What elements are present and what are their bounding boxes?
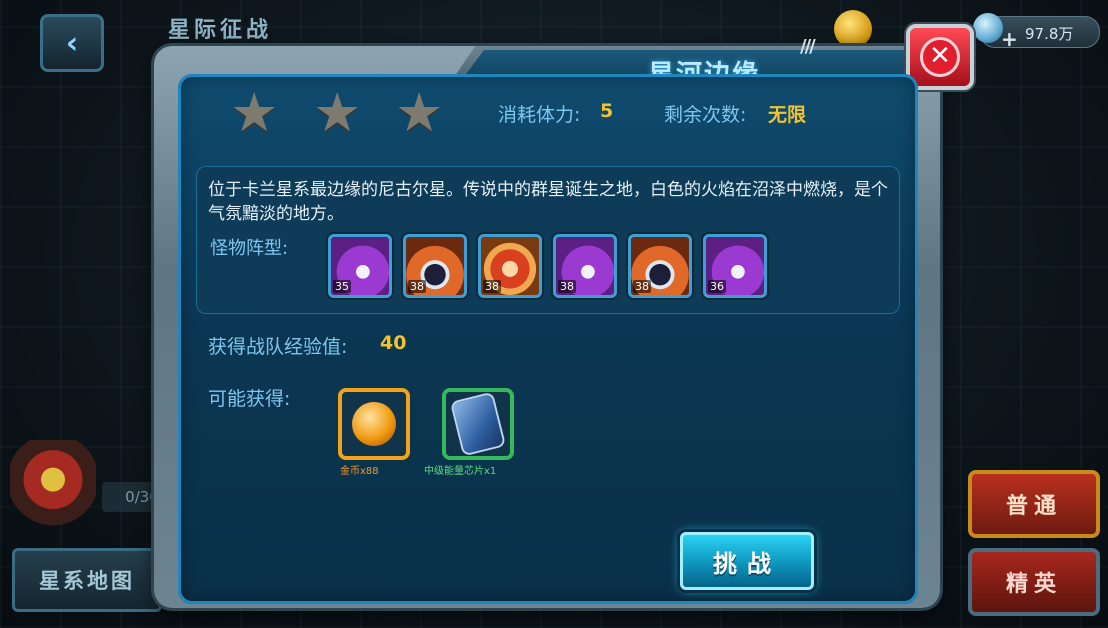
star-icon: ★	[313, 81, 362, 144]
chip-card-icon	[452, 393, 504, 455]
page-title: 星际征战	[168, 18, 273, 43]
monster-lineup-label: 怪物阵型:	[210, 238, 289, 259]
currency-amount: 97.8万	[1025, 25, 1074, 43]
exp-label: 获得战队经验值:	[208, 336, 348, 358]
monster-slot[interactable]: 35	[328, 234, 392, 298]
gem-icon	[973, 13, 1003, 43]
monster-level: 38	[558, 280, 576, 293]
monster-slot[interactable]: 38	[628, 234, 692, 298]
elite-mode-button[interactable]: 精英	[968, 548, 1100, 616]
robot-avatar	[10, 440, 96, 528]
monster-slot[interactable]: 36	[703, 234, 767, 298]
monster-level: 38	[633, 280, 651, 293]
close-icon: ✕	[920, 37, 960, 77]
gold-coin-icon	[834, 10, 872, 48]
close-button[interactable]: ✕	[906, 24, 974, 90]
reward-label: 可能获得:	[208, 388, 291, 410]
remaining-label: 剩余次数:	[664, 104, 747, 126]
stamina-label: 消耗体力:	[498, 104, 581, 126]
reward-item-gold[interactable]	[338, 388, 410, 460]
exp-value: 40	[380, 332, 407, 354]
stage-description: 位于卡兰星系最边缘的尼古尔星。传说中的群星诞生之地，白色的火焰在沼泽中燃烧，是个…	[208, 180, 888, 224]
challenge-button[interactable]: 挑战	[680, 532, 814, 590]
monster-slot[interactable]: 38	[553, 234, 617, 298]
remaining-value: 无限	[768, 104, 807, 126]
monster-slot[interactable]: 38	[403, 234, 467, 298]
back-button[interactable]: ‹	[40, 14, 104, 72]
decor-stripes: ///	[800, 36, 816, 57]
monster-slot[interactable]: 38	[478, 234, 542, 298]
back-arrow-icon: ‹	[65, 25, 79, 61]
monster-level: 38	[483, 280, 501, 293]
monster-level: 35	[333, 280, 351, 293]
monster-level: 38	[408, 280, 426, 293]
star-icon: ★	[230, 81, 279, 144]
star-icon: ★	[395, 81, 444, 144]
currency-display[interactable]: + 97.8万	[973, 13, 1100, 49]
monster-level: 36	[708, 280, 726, 293]
plus-icon[interactable]: +	[1001, 29, 1018, 49]
reward-caption: 金币x88	[340, 466, 379, 477]
stamina-value: 5	[600, 100, 614, 122]
reward-item-chip[interactable]	[442, 388, 514, 460]
gold-orb-icon	[352, 402, 396, 446]
normal-mode-button[interactable]: 普通	[968, 470, 1100, 538]
starmap-button[interactable]: 星系地图	[12, 548, 162, 612]
reward-caption: 中级能量芯片x1	[424, 466, 497, 477]
